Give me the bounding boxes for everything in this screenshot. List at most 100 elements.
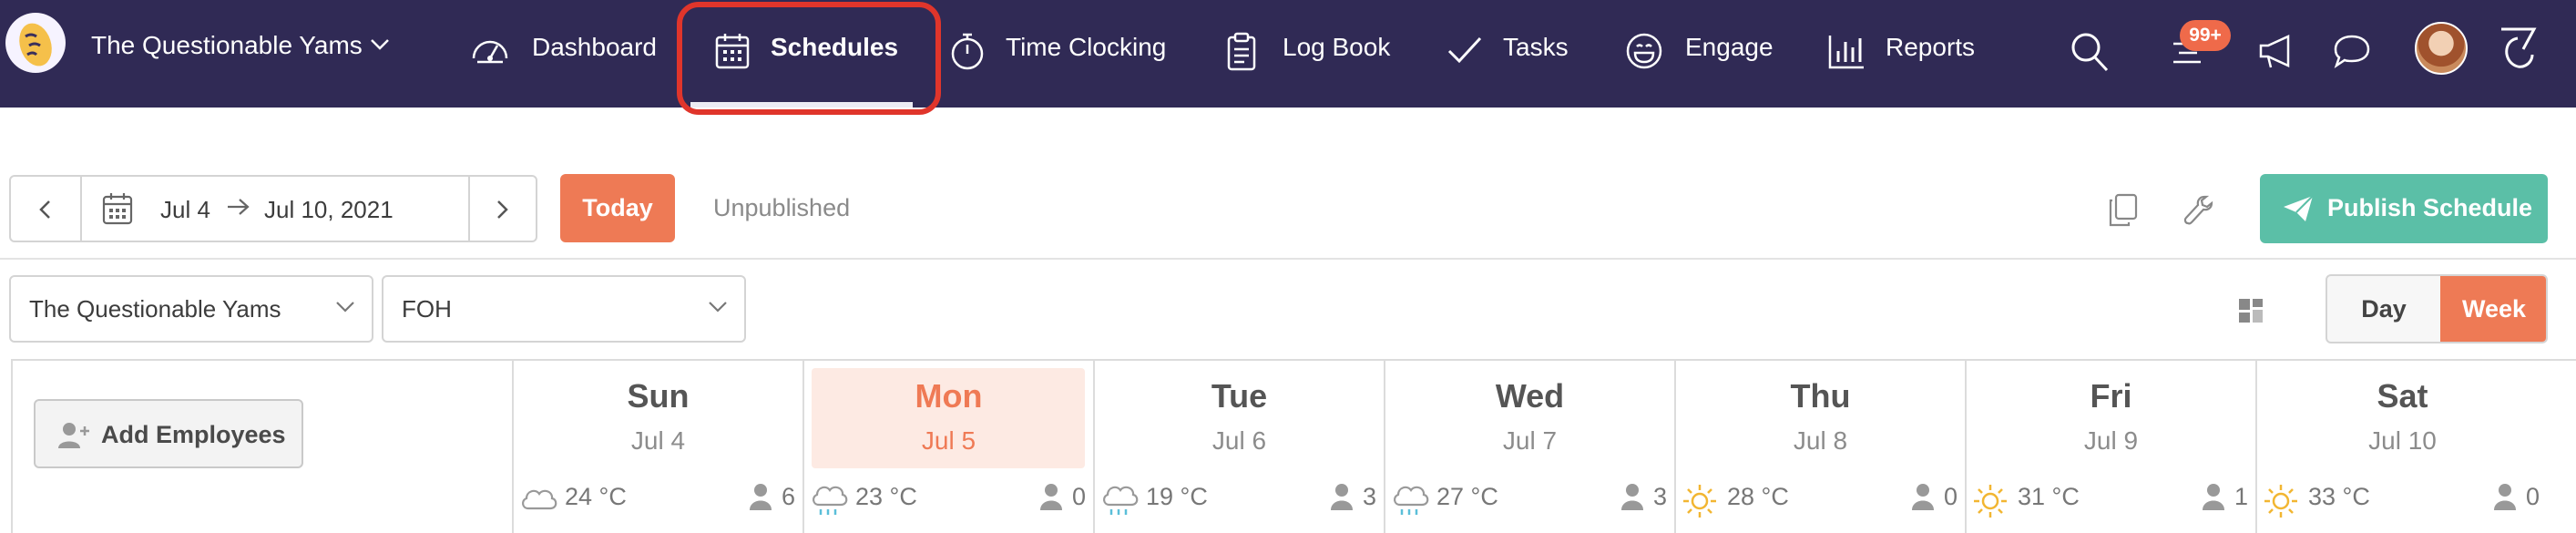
nav-label: Reports [1886,33,1976,61]
day-header-wed[interactable]: Wed Jul 7 27 °C 3 [1384,359,1674,533]
day-date: Jul 5 [921,426,976,455]
top-navigation-bar: The Questionable Yams Dashboard Schedule… [0,0,2576,115]
nav-item-log-book[interactable]: Log Book [1226,0,1390,108]
staff-count: 0 [2525,483,2540,510]
chevron-down-icon[interactable] [370,38,390,51]
copy-icon[interactable] [2107,193,2140,228]
temperature: 24 °C [565,483,627,510]
staff-count: 3 [1362,483,1376,510]
user-avatar[interactable] [2415,22,2468,75]
day-date: Jul 6 [1211,426,1267,455]
date-range-end: Jul 10, 2021 [264,196,394,223]
previous-week-button[interactable] [11,177,82,241]
day-date: Jul 7 [1502,426,1558,455]
day-name: Wed [1495,377,1565,415]
wrench-icon[interactable] [2182,193,2215,228]
department-select-value: FOH [402,295,452,323]
staff-count: 0 [1071,483,1086,510]
nav-item-time-clocking[interactable]: Time Clocking [949,0,1168,108]
nav-item-dashboard[interactable]: Dashboard [470,0,661,108]
add-person-icon [58,423,89,448]
nav-item-reports[interactable]: Reports [1827,0,1991,108]
person-icon [750,484,772,510]
date-range-start: Jul 4 [160,196,210,223]
stopwatch-icon [951,33,984,70]
clipboard-icon [1227,32,1256,71]
day-header-sat[interactable]: Sat Jul 10 33 °C 0 [2255,359,2576,533]
staff-count: 0 [1943,483,1958,510]
temperature: 19 °C [1146,483,1208,510]
rain-icon [1394,486,1429,515]
chevron-left-icon [39,200,50,219]
date-range-picker[interactable]: Jul 4 Jul 10, 2021 [9,175,537,242]
week-view-button[interactable]: Week [2440,276,2546,342]
person-icon [2203,484,2224,510]
layout-grid-icon[interactable] [2237,297,2264,324]
day-name: Tue [1211,377,1268,415]
megaphone-icon[interactable] [2257,33,2297,69]
sun-icon [1974,485,2007,518]
day-name: Thu [1790,377,1851,415]
person-icon [1040,484,1062,510]
add-employees-button[interactable]: Add Employees [34,399,303,468]
day-header-tue[interactable]: Tue Jul 6 19 °C 3 [1093,359,1384,533]
nav-label: Tasks [1503,33,1569,61]
chevron-down-icon [709,302,727,313]
send-icon [2284,195,2314,221]
bar-chart-icon [1828,36,1864,69]
speedometer-icon [472,40,508,64]
staff-count: 3 [1652,483,1667,510]
day-date: Jul 9 [2083,426,2139,455]
brand-logo[interactable] [5,13,66,73]
view-toggle: Day Week [2326,274,2548,343]
notification-badge: 99+ [2180,20,2231,51]
day-header-sun[interactable]: Sun Jul 4 24 °C 6 [512,359,802,533]
chat-bubble-icon[interactable] [2332,33,2372,69]
publish-label: Publish Schedule [2327,194,2533,221]
nav-item-engage[interactable]: Engage [1625,0,1774,108]
staff-count: 1 [2234,483,2248,510]
search-icon[interactable] [2070,31,2110,73]
location-select[interactable]: The Questionable Yams [9,275,373,343]
nav-label: Log Book [1283,33,1391,61]
temperature: 28 °C [1727,483,1789,510]
divider [0,258,2576,260]
app-logo-icon[interactable] [2496,20,2540,75]
day-header-mon[interactable]: Mon Jul 5 23 °C 0 [802,359,1093,533]
chevron-right-icon [497,200,508,219]
day-date: Jul 8 [1793,426,1848,455]
staff-count: 6 [781,483,795,510]
temperature: 23 °C [855,483,917,510]
next-week-button[interactable] [468,177,536,241]
day-name: Fri [2090,377,2132,415]
checkmark-icon [1447,36,1482,64]
temperature: 27 °C [1436,483,1498,510]
arrow-right-icon [228,199,250,215]
nav-label: Time Clocking [1006,33,1167,61]
person-icon [2494,484,2516,510]
brand-name[interactable]: The Questionable Yams [91,31,363,60]
rain-icon [1103,486,1139,515]
sun-icon [1683,485,1716,518]
rain-icon [813,486,848,515]
day-view-button[interactable]: Day [2327,276,2440,342]
chevron-down-icon [336,302,354,313]
person-icon [1621,484,1643,510]
calendar-icon [102,193,133,225]
day-name: Sun [627,377,690,415]
today-button[interactable]: Today [560,174,675,242]
location-select-value: The Questionable Yams [29,295,281,323]
nav-label: Dashboard [532,33,657,61]
day-name: Mon [915,377,983,415]
add-employees-label: Add Employees [101,421,286,448]
nav-item-tasks[interactable]: Tasks [1446,0,1574,108]
day-date: Jul 4 [630,426,686,455]
person-icon [1912,484,1934,510]
publish-schedule-button[interactable]: Publish Schedule [2260,174,2548,243]
temperature: 31 °C [2018,483,2080,510]
highlight-box [677,2,941,115]
sun-icon [2264,485,2297,518]
department-select[interactable]: FOH [382,275,746,343]
day-header-fri[interactable]: Fri Jul 9 31 °C 1 [1965,359,2255,533]
day-header-thu[interactable]: Thu Jul 8 28 °C 0 [1674,359,1965,533]
